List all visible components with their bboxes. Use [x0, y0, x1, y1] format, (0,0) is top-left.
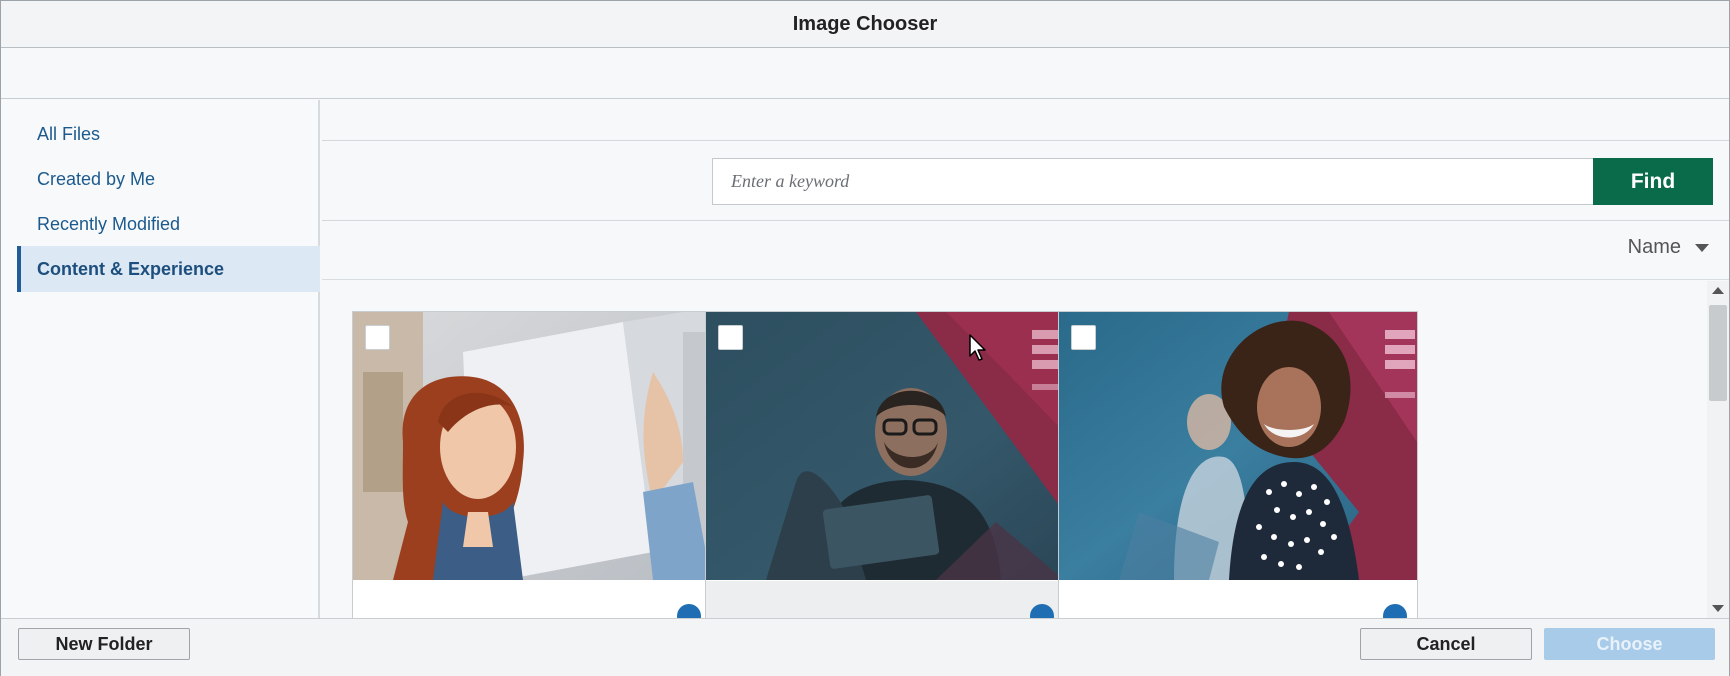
- info-icon[interactable]: [1383, 604, 1407, 618]
- toolbar-strip: [1, 48, 1729, 99]
- select-checkbox[interactable]: [1071, 325, 1096, 350]
- select-checkbox[interactable]: [718, 325, 743, 350]
- sidebar-item-created-by-me[interactable]: Created by Me: [17, 156, 320, 202]
- sidebar-item-label: All Files: [37, 123, 101, 144]
- sidebar-item-label: Created by Me: [37, 168, 156, 189]
- grid-scrollbar[interactable]: [1707, 281, 1729, 618]
- sidebar: All Files Created by Me Recently Modifie…: [1, 100, 320, 618]
- sidebar-item-content-experience[interactable]: Content & Experience: [17, 246, 320, 292]
- sort-bar: Name: [322, 222, 1729, 280]
- select-checkbox[interactable]: [365, 325, 390, 350]
- woman-smiling-image: [1059, 312, 1417, 580]
- search-bar: Find: [322, 141, 1729, 221]
- scrollbar-thumb[interactable]: [1709, 305, 1727, 401]
- dialog-title: Image Chooser: [792, 12, 938, 35]
- info-icon[interactable]: [677, 604, 701, 618]
- image-thumbnail: [1059, 312, 1417, 580]
- sort-label: Name: [1627, 236, 1681, 258]
- scroll-up-arrow-icon[interactable]: [1712, 287, 1724, 294]
- cancel-button[interactable]: Cancel: [1360, 628, 1532, 660]
- image-card[interactable]: [1058, 311, 1418, 618]
- sidebar-item-recently-modified[interactable]: Recently Modified: [17, 201, 320, 247]
- image-card[interactable]: [352, 311, 712, 618]
- choose-button[interactable]: Choose: [1544, 628, 1715, 660]
- image-thumbnail: [706, 312, 1064, 580]
- search-input[interactable]: [712, 158, 1594, 205]
- woman-presenting-image: [353, 312, 711, 580]
- sort-dropdown[interactable]: Name: [1628, 236, 1709, 259]
- sidebar-item-label: Recently Modified: [37, 213, 181, 234]
- scroll-down-arrow-icon[interactable]: [1712, 605, 1724, 612]
- image-thumbnail: [353, 312, 711, 580]
- sidebar-item-label: Content & Experience: [37, 258, 225, 279]
- dialog-footer: New Folder Cancel Choose: [1, 618, 1729, 676]
- find-button[interactable]: Find: [1593, 158, 1713, 205]
- man-smiling-image: [706, 312, 1064, 580]
- new-folder-button[interactable]: New Folder: [18, 628, 190, 660]
- card-footer: [706, 581, 1064, 618]
- image-grid: [322, 281, 1707, 618]
- main-panel: Find Name: [322, 100, 1729, 618]
- image-chooser-dialog: Image Chooser All Files Created by Me Re…: [0, 0, 1730, 676]
- dialog-titlebar: Image Chooser: [1, 1, 1729, 48]
- caret-down-icon: [1695, 243, 1709, 252]
- breadcrumb-strip: [322, 100, 1729, 141]
- image-card[interactable]: [705, 311, 1065, 618]
- sidebar-item-all-files[interactable]: All Files: [17, 111, 320, 157]
